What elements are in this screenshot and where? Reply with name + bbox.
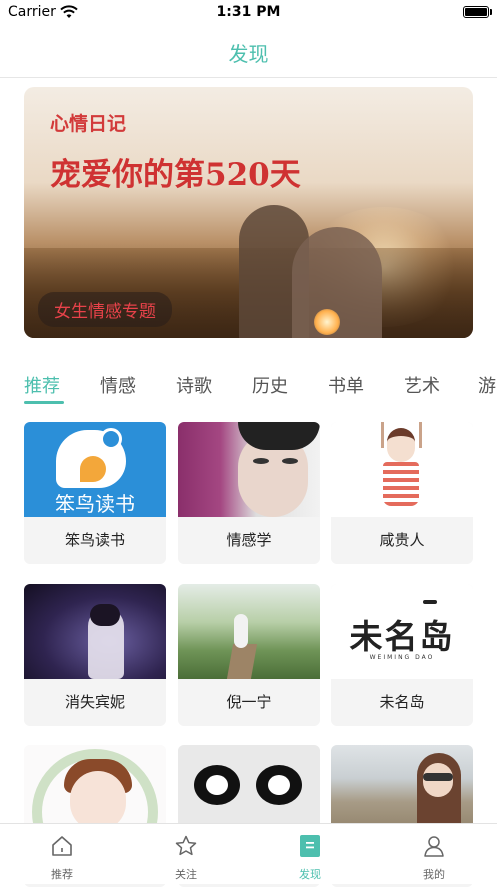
tabbar-item-discover[interactable]: 发现 [248,824,372,884]
tabbar-item-follow[interactable]: 关注 [124,824,248,884]
card-image: 未名岛 WEIMING DAO [331,584,473,679]
card-xianguiren[interactable]: 咸贵人 [331,422,473,564]
clock: 1:31 PM [216,4,281,20]
card-image [178,422,320,517]
banner-light-orb [314,309,340,335]
category-tabs: 推荐 情感 诗歌 历史 书单 艺术 游 [0,372,497,406]
card-label: 笨鸟读书 [64,531,125,549]
tab-bar: 推荐 关注 发现 我的 [0,823,497,884]
discover-icon [300,835,320,857]
tabbar-item-mine[interactable]: 我的 [372,824,496,884]
card-image [24,584,166,679]
card-qingganxue[interactable]: 情感学 [178,422,320,564]
card-label: 咸贵人 [379,531,425,549]
card-image [178,584,320,679]
banner-tag[interactable]: 女生情感专题 [38,292,172,327]
tab-recommend[interactable]: 推荐 [24,372,60,398]
card-weimingdao[interactable]: 未名岛 WEIMING DAO 未名岛 [331,584,473,726]
card-niyining[interactable]: 倪一宁 [178,584,320,726]
card-label: 情感学 [226,531,272,549]
card-label: 倪一宁 [226,693,272,711]
battery-icon [463,6,489,18]
card-label: 未名岛 [379,693,425,711]
status-bar: Carrier 1:31 PM [0,0,497,26]
star-icon [175,835,197,856]
home-icon [52,836,72,856]
card-xiaoshibinni[interactable]: 消失宾妮 [24,584,166,726]
tab-emotion[interactable]: 情感 [100,372,136,398]
card-image: 笨鸟读书 [24,422,166,517]
tabbar-label: 关注 [175,868,197,881]
page-title: 发现 [228,42,269,66]
tabbar-label: 我的 [423,868,445,881]
banner-title-small: 心情日记 [50,113,127,135]
card-image-subtext: WEIMING DAO [369,654,435,661]
card-image-text: 未名岛 [349,617,455,656]
card-bendiao[interactable]: 笨鸟读书 笨鸟读书 [24,422,166,564]
tab-booklist[interactable]: 书单 [328,372,364,398]
tab-history[interactable]: 历史 [252,372,288,398]
tab-poetry[interactable]: 诗歌 [176,372,212,398]
tabbar-item-recommend[interactable]: 推荐 [0,824,124,884]
card-image [331,422,473,517]
tabbar-label: 推荐 [51,868,73,881]
banner[interactable]: 心情日记 宠爱你的第520天 女生情感专题 [24,87,473,338]
card-image-text: 笨鸟读书 [55,492,135,516]
navigation-bar: 发现 [0,26,497,78]
tab-art[interactable]: 艺术 [404,372,440,398]
banner-title-large: 宠爱你的第520天 [50,157,301,193]
tab-travel[interactable]: 游 [478,372,496,398]
active-tab-indicator [24,401,64,404]
battery-tip [490,9,492,15]
card-label: 消失宾妮 [64,693,125,711]
tabbar-label: 发现 [299,868,321,881]
profile-icon [424,836,444,857]
